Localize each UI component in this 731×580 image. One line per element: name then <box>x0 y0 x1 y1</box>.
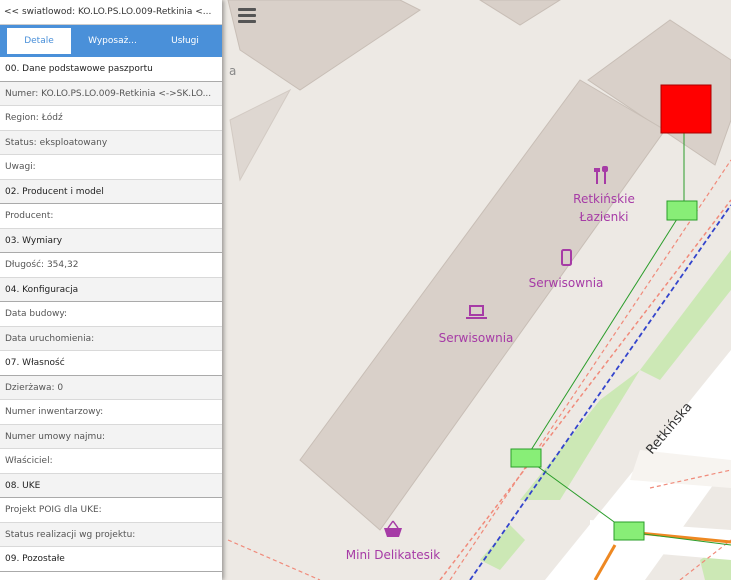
splice-box[interactable] <box>666 200 698 221</box>
detail-row: Region: Łódź <box>0 106 222 131</box>
detail-row: Projekt POIG dla UKE: <box>0 498 222 523</box>
splice-box[interactable] <box>613 521 645 541</box>
details-list: 00. Dane podstawowe paszportu Numer: KO.L… <box>0 57 222 572</box>
section-header: 00. Dane podstawowe paszportu <box>0 57 222 82</box>
tab-equipment[interactable]: Wyposaż... <box>80 28 145 54</box>
detail-row: Producent: <box>0 204 222 229</box>
menu-icon[interactable] <box>238 8 256 26</box>
section-header: 02. Producent i model <box>0 179 222 204</box>
section-header: 07. Własność <box>0 351 222 376</box>
section-header: 03. Wymiary <box>0 228 222 253</box>
label-edge: a <box>229 64 236 78</box>
label-serwisownia-2: Serwisownia <box>439 331 514 345</box>
tab-services[interactable]: Usługi <box>155 28 215 54</box>
detail-row: Numer inwentarzowy: <box>0 400 222 425</box>
detail-row: Data budowy: <box>0 302 222 327</box>
splice-box[interactable] <box>510 448 542 468</box>
detail-row: Długość: 354,32 <box>0 253 222 278</box>
label-restaurant-line2: Łazienki <box>578 210 628 224</box>
tab-bar: Detale Wyposaż... Usługi <box>0 25 222 57</box>
detail-row: Właściciel: <box>0 449 222 474</box>
tab-details[interactable]: Detale <box>7 28 71 54</box>
section-header: 08. UKE <box>0 473 222 498</box>
label-serwisownia-1: Serwisownia <box>529 276 604 290</box>
back-link[interactable]: << swiatlowod: KO.LO.PS.LO.009-Retkinia … <box>0 0 222 25</box>
detail-row: Numer: KO.LO.PS.LO.009-Retkinia <->SK.LO… <box>0 81 222 106</box>
detail-row: Dzierżawa: 0 <box>0 375 222 400</box>
section-header: 09. Pozostałe <box>0 547 222 572</box>
detail-row: Data uruchomienia: <box>0 326 222 351</box>
network-node[interactable] <box>660 84 712 134</box>
label-restaurant-line1: Retkińskie <box>573 192 635 206</box>
detail-row: Uwagi: <box>0 155 222 180</box>
detail-row: Numer umowy najmu: <box>0 424 222 449</box>
label-shop: Mini Delikatesik <box>346 548 440 562</box>
section-header: 04. Konfiguracja <box>0 277 222 302</box>
detail-row: Status realizacji wg projektu: <box>0 522 222 547</box>
details-panel: << swiatlowod: KO.LO.PS.LO.009-Retkinia … <box>0 0 222 580</box>
detail-row: Status: eksploatowany <box>0 130 222 155</box>
